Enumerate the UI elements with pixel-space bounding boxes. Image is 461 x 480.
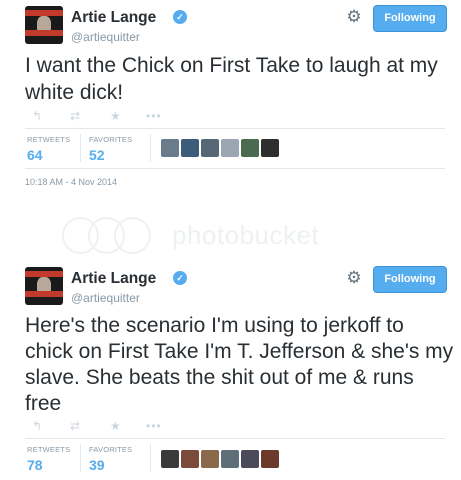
star-icon[interactable]: ★ xyxy=(110,419,121,433)
avatar-stripe xyxy=(25,30,63,36)
divider xyxy=(25,438,445,439)
divider xyxy=(80,444,81,472)
favorites-count: 52 xyxy=(89,147,105,163)
verified-badge-icon: ✓ xyxy=(173,10,187,24)
favoriter-avatars xyxy=(161,139,291,157)
divider xyxy=(150,134,151,162)
more-dots-icon[interactable]: ••• xyxy=(146,419,162,433)
avatar-stripe xyxy=(25,291,63,297)
star-icon[interactable]: ★ xyxy=(110,109,121,123)
more-dots-icon[interactable]: ••• xyxy=(146,109,162,123)
gear-icon[interactable]: ⚙ xyxy=(346,8,362,25)
retweets-count: 64 xyxy=(27,147,43,163)
tweet-card: Artie Lange ✓ @artiequitter ⚙ Following … xyxy=(0,261,461,473)
favoriter-avatar[interactable] xyxy=(201,139,219,157)
tweet-actions: ↰ ⇄ ★ ••• xyxy=(32,419,172,433)
divider xyxy=(80,134,81,162)
divider xyxy=(150,444,151,472)
avatar[interactable] xyxy=(25,267,63,305)
retweets-label: RETWEETS xyxy=(27,445,71,454)
retweets-count: 78 xyxy=(27,457,43,473)
retweet-icon[interactable]: ⇄ xyxy=(70,109,80,123)
favoriter-avatars xyxy=(161,450,291,468)
retweets-label: RETWEETS xyxy=(27,135,71,144)
watermark: photobucket xyxy=(0,210,461,261)
favoriter-avatar[interactable] xyxy=(221,139,239,157)
favoriter-avatar[interactable] xyxy=(261,139,279,157)
gear-icon[interactable]: ⚙ xyxy=(346,269,362,286)
retweet-icon[interactable]: ⇄ xyxy=(70,419,80,433)
avatar[interactable] xyxy=(25,6,63,44)
watermark-text: photobucket xyxy=(172,220,320,250)
display-name[interactable]: Artie Lange xyxy=(71,9,156,27)
watermark-logo-icon xyxy=(114,217,151,254)
favoriter-avatar[interactable] xyxy=(261,450,279,468)
reply-icon[interactable]: ↰ xyxy=(32,419,42,433)
favorites-label: FAVORITES xyxy=(89,135,133,144)
favorites-stat[interactable]: FAVORITES 39 xyxy=(89,445,132,473)
divider xyxy=(25,168,445,169)
reply-icon[interactable]: ↰ xyxy=(32,109,42,123)
tweet-text: Here's the scenario I'm using to jerkoff… xyxy=(25,314,454,415)
favoriter-avatar[interactable] xyxy=(161,450,179,468)
following-button[interactable]: Following xyxy=(373,266,447,293)
favoriter-avatar[interactable] xyxy=(201,450,219,468)
divider xyxy=(25,128,445,129)
favoriter-avatar[interactable] xyxy=(221,450,239,468)
verified-badge-icon: ✓ xyxy=(173,271,187,285)
following-button[interactable]: Following xyxy=(373,5,447,32)
user-handle[interactable]: @artiequitter xyxy=(71,291,140,305)
favorites-label: FAVORITES xyxy=(89,445,133,454)
favorites-stat[interactable]: FAVORITES 52 xyxy=(89,135,132,163)
favoriter-avatar[interactable] xyxy=(181,450,199,468)
favoriter-avatar[interactable] xyxy=(241,139,259,157)
favoriter-avatar[interactable] xyxy=(161,139,179,157)
retweets-stat[interactable]: RETWEETS 64 xyxy=(27,135,70,163)
tweet-card: Artie Lange ✓ @artiequitter ⚙ Following … xyxy=(0,0,461,210)
display-name[interactable]: Artie Lange xyxy=(71,270,156,288)
favoriter-avatar[interactable] xyxy=(181,139,199,157)
tweet-text: I want the Chick on First Take to laugh … xyxy=(25,54,438,104)
user-handle[interactable]: @artiequitter xyxy=(71,30,140,44)
favorites-count: 39 xyxy=(89,457,105,473)
tweet-timestamp[interactable]: 10:18 AM - 4 Nov 2014 xyxy=(25,177,117,187)
favoriter-avatar[interactable] xyxy=(241,450,259,468)
tweet-actions: ↰ ⇄ ★ ••• xyxy=(32,109,172,123)
retweets-stat[interactable]: RETWEETS 78 xyxy=(27,445,70,473)
